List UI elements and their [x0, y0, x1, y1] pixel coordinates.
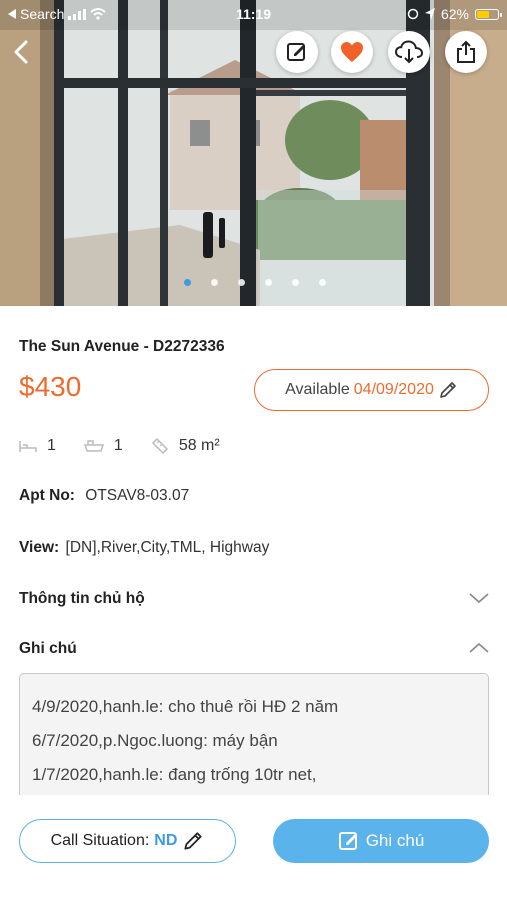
- listing-title: The Sun Avenue - D2272336: [19, 338, 225, 355]
- notes-section[interactable]: Ghi chú: [19, 640, 489, 664]
- bedrooms-spec: 1: [19, 437, 56, 455]
- edit-icon: [287, 43, 305, 61]
- carousel-dot[interactable]: [265, 279, 272, 286]
- status-bar: Search 11:19 62%: [0, 0, 507, 28]
- notes-textarea[interactable]: 4/9/2020,hanh.le: cho thuê rồi HĐ 2 năm …: [19, 673, 489, 803]
- apt-no-row: Apt No: OTSAV8-03.07: [19, 487, 189, 505]
- download-button[interactable]: [388, 31, 430, 73]
- carousel-dot[interactable]: [184, 279, 191, 286]
- bathrooms-spec: 1: [83, 437, 123, 455]
- view-value: [DN],River,City,TML, Highway: [65, 539, 270, 556]
- chevron-up-icon: [469, 642, 489, 653]
- owner-info-section[interactable]: Thông tin chủ hộ: [19, 590, 489, 614]
- call-situation-label: Call Situation:: [50, 832, 150, 849]
- bottom-action-bar: Call Situation: ND Ghi chú: [0, 795, 507, 900]
- listing-photo[interactable]: Search 11:19 62%: [0, 0, 507, 306]
- listing-price: $430: [19, 371, 82, 402]
- cloud-download-icon: [395, 40, 423, 64]
- carousel-dot[interactable]: [292, 279, 299, 286]
- orientation-lock-icon: [407, 8, 419, 20]
- pencil-icon: [184, 832, 202, 850]
- area-value: 58 m²: [178, 437, 220, 454]
- ruler-icon: [151, 437, 168, 455]
- add-note-label: Ghi chú: [365, 831, 425, 850]
- back-button[interactable]: [6, 34, 38, 70]
- pencil-icon: [440, 382, 456, 398]
- carousel-indicator[interactable]: [0, 279, 507, 289]
- notes-title: Ghi chú: [19, 640, 77, 657]
- status-right: 62%: [407, 6, 502, 22]
- note-line: 6/7/2020,p.Ngoc.luong: máy bận: [32, 731, 278, 750]
- battery-icon: [475, 8, 502, 20]
- location-icon: [424, 8, 435, 20]
- add-note-button[interactable]: Ghi chú: [273, 819, 489, 863]
- availability-button[interactable]: Available 04/09/2020: [254, 369, 489, 411]
- view-label: View:: [19, 539, 60, 556]
- note-line: 1/7/2020,hanh.le: đang trống 10tr net,: [32, 765, 317, 784]
- favorite-button[interactable]: [331, 31, 373, 73]
- call-situation-value: ND: [154, 832, 178, 849]
- carousel-dot[interactable]: [211, 279, 218, 286]
- apt-no-value: OTSAV8-03.07: [85, 487, 190, 504]
- view-row: View: [DN],River,City,TML, Highway: [19, 539, 269, 557]
- edit-icon: [338, 832, 357, 850]
- note-line: 4/9/2020,hanh.le: cho thuê rồi HĐ 2 năm: [32, 697, 339, 716]
- area-spec: 58 m²: [151, 437, 220, 455]
- share-icon: [457, 40, 475, 63]
- carousel-dot[interactable]: [319, 279, 326, 286]
- chevron-down-icon: [469, 593, 489, 604]
- heart-icon: [341, 42, 363, 62]
- bathtub-icon: [83, 440, 104, 452]
- bathrooms-count: 1: [113, 437, 123, 454]
- edit-button[interactable]: [276, 31, 318, 73]
- carousel-dot[interactable]: [238, 279, 245, 286]
- call-situation-button[interactable]: Call Situation: ND: [19, 819, 236, 863]
- battery-percent: 62%: [440, 6, 469, 22]
- apt-no-label: Apt No:: [19, 487, 75, 504]
- owner-info-title: Thông tin chủ hộ: [19, 590, 145, 607]
- availability-label: Available: [285, 381, 350, 398]
- apartment-window-photo: [0, 0, 507, 306]
- listing-specs: 1 1 58 m²: [19, 434, 248, 458]
- share-button[interactable]: [445, 31, 487, 73]
- bedrooms-count: 1: [47, 437, 56, 454]
- availability-date: 04/09/2020: [353, 381, 434, 398]
- chevron-left-icon: [14, 40, 28, 64]
- bed-icon: [19, 441, 37, 452]
